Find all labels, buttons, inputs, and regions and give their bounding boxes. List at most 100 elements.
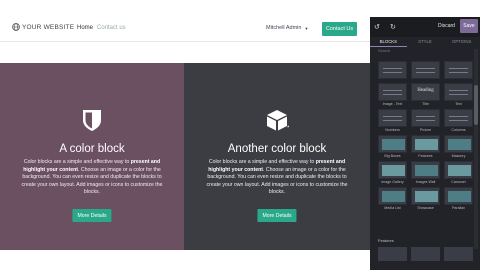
snippet-tile[interactable]: Showcase — [411, 187, 440, 210]
snippet-label: Image Gallery — [381, 180, 404, 184]
snippet-tile[interactable]: Text — [444, 83, 473, 106]
snippet-thumbnail — [444, 135, 473, 153]
editor-tabs: BLOCKS STYLE OPTIONS — [370, 37, 480, 47]
snippet-tile[interactable]: Media List — [378, 187, 407, 210]
nav-link-home[interactable]: Home — [77, 25, 93, 31]
contact-us-button[interactable]: Contact Us — [322, 22, 357, 36]
snippet-thumbnail — [378, 61, 407, 79]
redo-icon[interactable]: ↻ — [390, 23, 396, 31]
thumbnail-image — [382, 139, 405, 150]
snippet-tile[interactable]: Masonry — [444, 135, 473, 158]
color-block-left[interactable]: A color block Color blocks are a simple … — [0, 63, 184, 250]
snippet-label: Columns — [451, 128, 466, 132]
chevron-down-icon: ▼ — [304, 25, 309, 31]
thumbnail-line — [383, 72, 402, 73]
snippet-thumbnail[interactable] — [378, 247, 407, 261]
thumbnail-line — [449, 68, 468, 69]
thumbnail-line — [449, 90, 468, 91]
block-text-pre: Color blocks are a simple and effective … — [208, 159, 316, 165]
thumbnail-line — [449, 116, 468, 117]
tab-blocks[interactable]: BLOCKS — [370, 37, 407, 47]
snippet-label: Images Wall — [415, 180, 436, 184]
snippet-tile[interactable]: Heading Title — [411, 83, 440, 106]
snippet-label: Media List — [384, 206, 401, 210]
snippet-thumbnail[interactable] — [444, 247, 473, 261]
snippet-label: Masonry — [451, 154, 466, 158]
thumbnail-line — [449, 120, 468, 121]
features-row — [378, 247, 474, 265]
more-details-button[interactable]: More Details — [72, 209, 112, 222]
tab-options[interactable]: OPTIONS — [443, 37, 480, 47]
user-name: Mitchell Admin — [266, 25, 302, 31]
snippet-tile[interactable]: Image - Text — [378, 83, 407, 106]
snippet-thumbnail[interactable] — [411, 247, 440, 261]
undo-icon[interactable]: ↺ — [374, 23, 380, 31]
snippet-label: Big Boxes — [384, 154, 401, 158]
thumbnail-image — [382, 165, 405, 176]
snippet-thumbnail — [444, 83, 473, 101]
snippet-thumbnail — [378, 187, 407, 205]
block-text-pre: Color blocks are a simple and effective … — [23, 159, 131, 165]
shield-icon — [83, 110, 101, 131]
snippet-label: Numbers — [385, 128, 400, 132]
thumbnail-image — [415, 165, 438, 176]
nav-link-contact[interactable]: Contact us — [97, 25, 126, 31]
snippet-tile[interactable]: Images Wall — [411, 161, 440, 184]
snippet-tile[interactable]: Big Boxes — [378, 135, 407, 158]
snippet-tile[interactable]: Numbers — [378, 109, 407, 132]
thumbnail-image — [448, 191, 471, 202]
snippet-tile[interactable]: Image Gallery — [378, 161, 407, 184]
top-navbar: YOUR WEBSITE Home Contact us Mitchell Ad… — [0, 17, 370, 41]
snippet-tile[interactable]: Carousel — [444, 161, 473, 184]
scrollbar-thumb[interactable] — [474, 85, 478, 125]
cube-icon — [267, 110, 289, 131]
snippet-label: Features — [418, 154, 433, 158]
snippet-tile[interactable]: Features — [411, 135, 440, 158]
snippet-thumbnail — [411, 135, 440, 153]
snippet-tile[interactable]: Parallax — [444, 187, 473, 210]
snippet-thumbnail — [444, 61, 473, 79]
save-button[interactable]: Save — [460, 19, 478, 33]
thumbnail-line — [416, 68, 435, 69]
snippet-tile[interactable]: Picture — [411, 109, 440, 132]
scrollbar[interactable] — [474, 49, 478, 249]
thumbnail-line — [416, 72, 435, 73]
site-logo[interactable]: YOUR WEBSITE — [12, 23, 74, 31]
snippet-thumbnail — [444, 109, 473, 127]
snippet-tile[interactable] — [444, 61, 473, 79]
thumbnail-image — [415, 191, 438, 202]
snippet-tile[interactable] — [411, 61, 440, 79]
thumbnail-line — [383, 68, 402, 69]
snippet-label: Text — [455, 102, 462, 106]
color-block-right[interactable]: Another color block Color blocks are a s… — [184, 63, 370, 250]
thumbnail-image — [448, 165, 471, 176]
snippet-label: Picture — [419, 128, 432, 132]
snippet-label: Parallax — [452, 206, 465, 210]
thumbnail-image — [448, 139, 471, 150]
block-title: Another color block — [227, 143, 327, 155]
snippet-label: Image - Text — [382, 102, 403, 106]
snippet-thumbnail — [378, 135, 407, 153]
more-details-button[interactable]: More Details — [257, 209, 297, 222]
block-description: Color blocks are a simple and effective … — [20, 159, 164, 197]
snippet-thumbnail — [444, 187, 473, 205]
thumbnail-image — [415, 139, 438, 150]
snippet-thumbnail — [378, 161, 407, 179]
thumbnail-line — [449, 94, 468, 95]
snippet-thumbnail — [411, 109, 440, 127]
search-input[interactable]: Search — [378, 49, 390, 53]
snippet-tile[interactable] — [378, 61, 407, 79]
navbar-divider — [0, 41, 370, 42]
snippet-label: Title — [422, 102, 429, 106]
editor-toolbar: ↺ ↻ Discard Save — [370, 17, 480, 37]
thumbnail-line — [416, 120, 435, 121]
logo-text: YOUR WEBSITE — [22, 23, 75, 31]
snippet-thumbnail — [411, 61, 440, 79]
thumbnail-line — [383, 120, 402, 121]
tab-style[interactable]: STYLE — [407, 37, 444, 47]
user-menu[interactable]: Mitchell Admin ▼ — [266, 25, 308, 31]
snippet-label: Showcase — [417, 206, 434, 210]
discard-button[interactable]: Discard — [438, 23, 455, 29]
thumbnail-line — [383, 94, 402, 95]
snippet-tile[interactable]: Columns — [444, 109, 473, 132]
